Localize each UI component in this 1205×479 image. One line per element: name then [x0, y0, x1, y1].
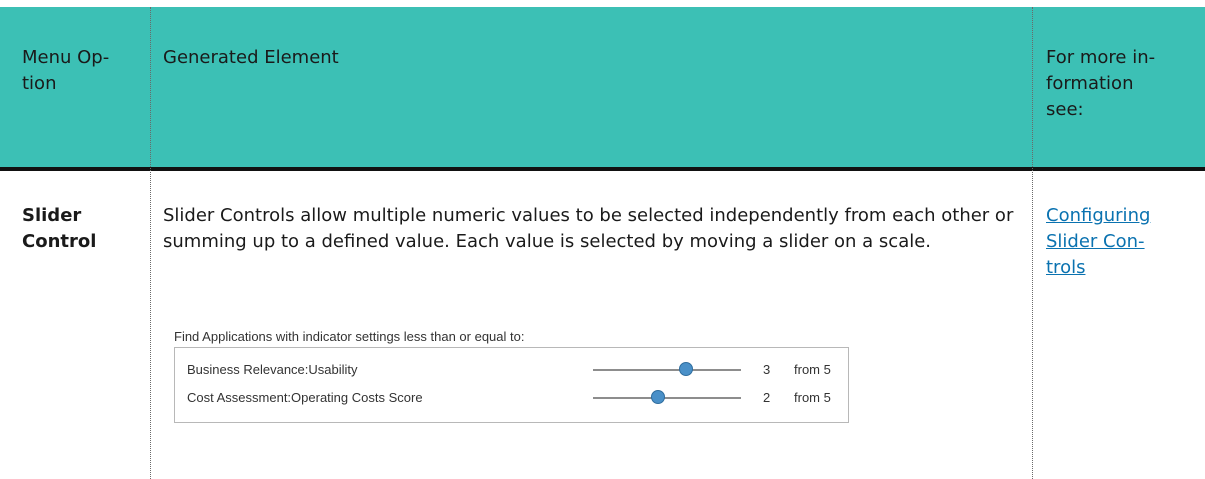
- slider-track[interactable]: [593, 362, 741, 376]
- row-description: Slider Controls allow multiple numeric v…: [163, 205, 1014, 252]
- table-header: Menu Op- tion Generated Element For more…: [0, 7, 1205, 167]
- slider-label: Cost Assessment:Operating Costs Score: [187, 390, 423, 405]
- column-separator: [1032, 7, 1033, 479]
- column-separator: [150, 7, 151, 479]
- slider-thumb[interactable]: [651, 390, 666, 404]
- slider-thumb[interactable]: [679, 362, 694, 376]
- slider-row: Business Relevance:Usability 3 from 5: [175, 358, 848, 382]
- slider-max-text: from 5: [794, 362, 831, 377]
- header-divider: [0, 167, 1205, 171]
- slider-value: 2: [763, 390, 771, 405]
- row-menu-option: Slider Control: [22, 205, 97, 252]
- slider-value: 3: [763, 362, 771, 377]
- widget-title: Find Applications with indicator setting…: [174, 329, 525, 344]
- info-table: Menu Op- tion Generated Element For more…: [0, 7, 1205, 479]
- slider-widget-example: Find Applications with indicator setting…: [172, 329, 862, 449]
- header-generated-element: Generated Element: [163, 47, 339, 68]
- header-menu-option: Menu Op- tion: [22, 47, 110, 94]
- configuring-slider-controls-link[interactable]: Configuring Slider Con- trols: [1046, 203, 1196, 281]
- slider-panel: Business Relevance:Usability 3 from 5 Co…: [174, 347, 849, 423]
- slider-label: Business Relevance:Usability: [187, 362, 358, 377]
- slider-track[interactable]: [593, 390, 741, 404]
- slider-row: Cost Assessment:Operating Costs Score 2 …: [175, 386, 848, 410]
- header-more-information: For more in- formation see:: [1046, 47, 1156, 120]
- slider-max-text: from 5: [794, 390, 831, 405]
